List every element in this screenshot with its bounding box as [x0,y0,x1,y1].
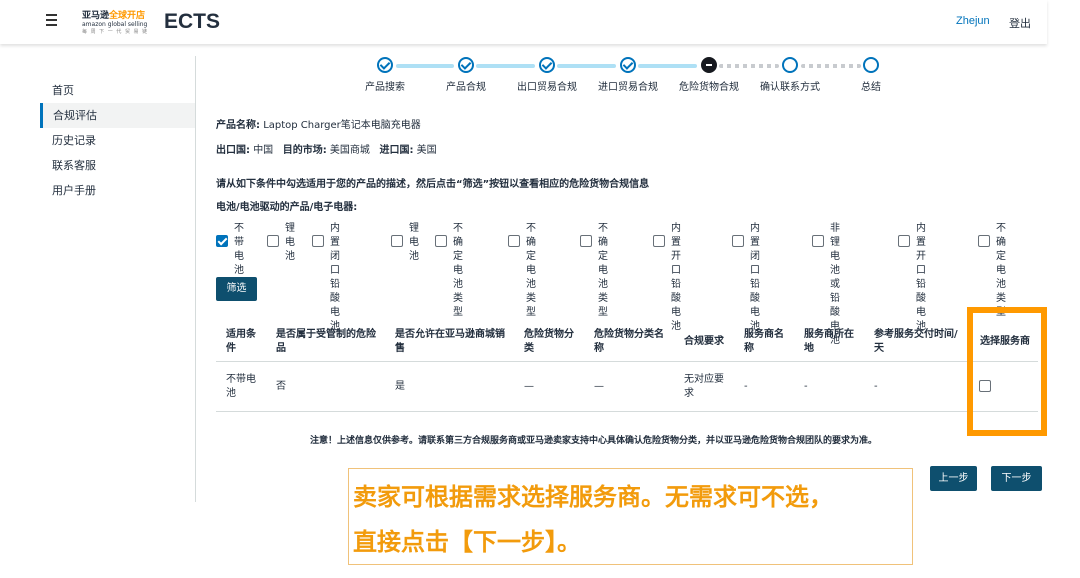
table-cell: 是 [395,381,405,392]
sidebar-item-contact-support[interactable]: 联系客服 [40,153,196,178]
step-done-icon [620,57,636,73]
table-cell: 不带电池 [226,374,256,399]
column-header: 危险货物分类名称 [594,329,664,354]
app-title: ECTS [164,10,221,33]
progress-stepper: 产品搜索 产品合规 出口贸易合规 进口贸易合规 危险货物合规 确认联系方式 总结 [345,57,905,97]
checkbox[interactable] [312,235,324,247]
option-lithium-battery[interactable]: 锂电池 [267,222,295,264]
step-import-compliance: 进口贸易合规 [588,57,668,93]
sidebar-item-compliance-assessment[interactable]: 合规评估 [40,103,196,128]
column-header: 服务商名称 [744,329,784,354]
column-header: 合规要求 [684,336,724,347]
annotation-callout: 卖家可根据需求选择服务商。无需求可不选， 直接点击【下一步】。 [348,468,913,565]
column-header: 危险货物分类 [524,329,574,354]
checkbox[interactable] [391,235,403,247]
highlight-box [967,307,1047,436]
checkbox[interactable] [978,235,990,247]
sidebar: 首页 合规评估 历史记录 联系客服 用户手册 [40,78,196,203]
option-no-battery[interactable]: 不带 电池 [216,222,244,278]
callout-line-2: 直接点击【下一步】。 [353,528,581,556]
checkbox[interactable] [267,235,279,247]
table-divider [216,411,1038,412]
sidebar-item-user-manual[interactable]: 用户手册 [40,178,196,203]
sidebar-item-history[interactable]: 历史记录 [40,128,196,153]
amazon-global-selling-logo[interactable]: 亚马逊全球开店 amazon global selling 每 周 下 一 代 … [82,8,148,38]
column-header: 是否允许在亚马逊商城销售 [395,329,505,354]
disclaimer-note: 注意！上述信息仅供参考。请联系第三方合规服务商或亚马逊卖家支持中心具体确认危险货… [310,436,878,446]
checkbox[interactable] [580,235,592,247]
table-cell: 无对应要求 [684,374,724,399]
checkbox[interactable] [653,235,665,247]
product-name-value: Laptop Charger笔记本电脑充电器 [263,120,421,131]
product-name-line: 产品名称: Laptop Charger笔记本电脑充电器 [216,120,421,131]
option-sealed-lead-acid[interactable]: 内置闭口 铅酸电池 [732,222,760,334]
menu-icon[interactable] [46,14,57,29]
next-step-button[interactable]: 下一步 [991,466,1042,491]
step-dangerous-goods-compliance: 危险货物合规 [669,57,749,93]
step-summary: 总结 [831,57,911,93]
table-cell: - [874,381,878,392]
step-current-icon [701,57,717,73]
step-pending-icon [863,57,879,73]
column-header: 参考服务交付时间/天 [874,329,958,354]
user-name-link[interactable]: Zhejun [956,15,990,27]
column-header: 服务商所在地 [804,329,854,354]
battery-section-heading: 电池/电池驱动的产品/电子电器: [216,202,358,213]
checkbox[interactable] [216,235,228,247]
option-unknown-battery[interactable]: 不确定电 池类型 [580,222,608,320]
checkbox[interactable] [435,235,447,247]
step-done-icon [377,57,393,73]
table-cell: - [804,381,808,392]
step-export-compliance: 出口贸易合规 [507,57,587,93]
option-open-lead-acid[interactable]: 内置开口 铅酸电池 [653,222,681,334]
step-done-icon [539,57,555,73]
top-header: 亚马逊全球开店 amazon global selling 每 周 下 一 代 … [0,0,1047,44]
previous-step-button[interactable]: 上一步 [930,466,977,491]
step-done-icon [458,57,474,73]
filter-button[interactable]: 筛选 [216,277,257,301]
instruction-text: 请从如下条件中勾选适用于您的产品的描述，然后点击“筛选”按钮以查看相应的危险货物… [216,179,650,190]
logout-link[interactable]: 登出 [1009,15,1031,31]
table-divider [216,361,1038,362]
table-cell: — [524,381,534,392]
option-sealed-lead-acid[interactable]: 内置闭口 铅酸电池 [312,222,340,334]
table-cell: — [594,381,604,392]
checkbox[interactable] [812,235,824,247]
step-confirm-contact: 确认联系方式 [750,57,830,93]
column-header: 适用条件 [226,329,256,354]
sidebar-divider [195,56,196,502]
step-product-compliance: 产品合规 [426,57,506,93]
option-unknown-battery[interactable]: 不确定电 池类型 [978,222,1006,320]
option-unknown-battery[interactable]: 不确定电 池类型 [508,222,536,320]
table-cell: - [744,381,748,392]
option-lithium-battery[interactable]: 锂电池 [391,222,419,264]
option-open-lead-acid[interactable]: 内置开口 铅酸电池 [898,222,926,334]
table-cell: 否 [276,381,286,392]
checkbox[interactable] [508,235,520,247]
callout-line-1: 卖家可根据需求选择服务商。无需求可不选， [353,483,833,511]
checkbox[interactable] [732,235,744,247]
checkbox[interactable] [898,235,910,247]
option-unknown-battery[interactable]: 不确定电 池类型 [435,222,463,320]
step-product-search: 产品搜索 [345,57,425,93]
trade-info-line: 出口国: 中国 目的市场: 美国商城 进口国: 美国 [216,145,437,156]
column-header: 是否属于受管制的危险品 [276,329,376,354]
step-pending-icon [782,57,798,73]
sidebar-item-home[interactable]: 首页 [40,78,196,103]
